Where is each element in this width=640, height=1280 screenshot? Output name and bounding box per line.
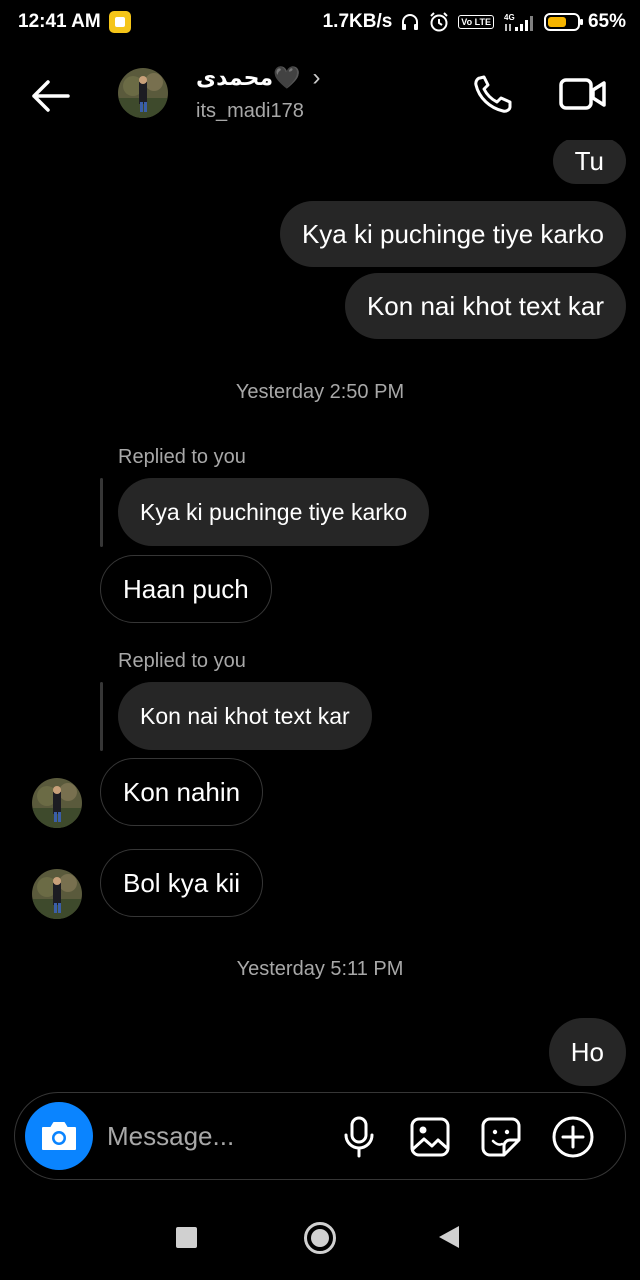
message-list[interactable]: Tu Kya ki puchinge tiye karko Kon nai kh…: [0, 140, 640, 1090]
message-input[interactable]: [107, 1115, 327, 1157]
camera-button[interactable]: [25, 1102, 93, 1170]
message-avatar[interactable]: [32, 778, 82, 828]
status-bar: 12:41 AM 1.7KB/s Vo LTE 4G 65%: [0, 0, 640, 44]
message-timestamp: Yesterday 2:50 PM: [235, 381, 405, 403]
audio-call-button[interactable]: [470, 72, 518, 116]
battery-icon: [543, 13, 583, 31]
message-avatar[interactable]: [32, 869, 82, 919]
replied-quote[interactable]: Kya ki puchinge tiye karko: [118, 478, 430, 546]
chat-header: محمدی🖤 › its_madi178: [0, 50, 640, 140]
battery-level: [547, 17, 567, 27]
more-options-button[interactable]: [551, 1115, 595, 1159]
sent-message[interactable]: Kon nai khot text kar: [344, 273, 626, 339]
contact-name: محمدی🖤: [196, 65, 301, 90]
signal-icon: 4G: [502, 12, 536, 32]
sticker-icon: [481, 1117, 521, 1157]
video-call-button[interactable]: [558, 74, 608, 114]
reply-label: Replied to you: [118, 446, 246, 468]
message-timestamp: Yesterday 5:11 PM: [236, 958, 404, 980]
reply-bar: [100, 682, 103, 751]
system-navigation-bar: [0, 1196, 640, 1280]
battery-percent: 65%: [587, 11, 626, 32]
gallery-icon: [410, 1117, 450, 1157]
contact-username: its_madi178: [196, 100, 304, 122]
call-icon: [474, 75, 512, 113]
sticker-button[interactable]: [479, 1115, 523, 1159]
back-button[interactable]: [28, 76, 72, 116]
reply-label: Replied to you: [118, 650, 246, 672]
replied-quote[interactable]: Kon nai khot text kar: [118, 682, 372, 750]
contact-avatar[interactable]: [118, 68, 168, 118]
headphones-icon: [400, 12, 420, 32]
reply-bar: [100, 478, 103, 547]
network-type: 4G: [504, 13, 515, 22]
message-composer: [14, 1092, 626, 1180]
chevron-right-icon: ›: [312, 64, 321, 91]
sent-message[interactable]: Ho: [548, 1018, 626, 1086]
back-arrow-icon: [32, 80, 70, 112]
notification-app-icon: [108, 11, 131, 33]
alarm-icon: [428, 11, 450, 33]
received-message[interactable]: Bol kya kii: [100, 849, 264, 917]
camera-icon: [42, 1122, 76, 1150]
contact-name-row[interactable]: محمدی🖤 ›: [196, 64, 321, 92]
recent-apps-button[interactable]: [176, 1227, 197, 1248]
voice-message-button[interactable]: [337, 1115, 381, 1159]
received-message[interactable]: Kon nahin: [100, 758, 264, 826]
sent-message[interactable]: Tu: [552, 140, 626, 184]
gallery-button[interactable]: [408, 1115, 452, 1159]
status-time: 12:41 AM: [18, 11, 101, 32]
video-call-icon: [559, 78, 606, 110]
volte-badge: Vo LTE: [458, 15, 494, 29]
network-speed: 1.7KB/s: [322, 11, 393, 32]
microphone-icon: [344, 1116, 374, 1158]
received-message[interactable]: Haan puch: [100, 555, 272, 623]
plus-icon: [552, 1116, 594, 1158]
system-back-button[interactable]: [439, 1226, 459, 1248]
sent-message[interactable]: Kya ki puchinge tiye karko: [279, 201, 626, 267]
home-button[interactable]: [304, 1222, 336, 1254]
